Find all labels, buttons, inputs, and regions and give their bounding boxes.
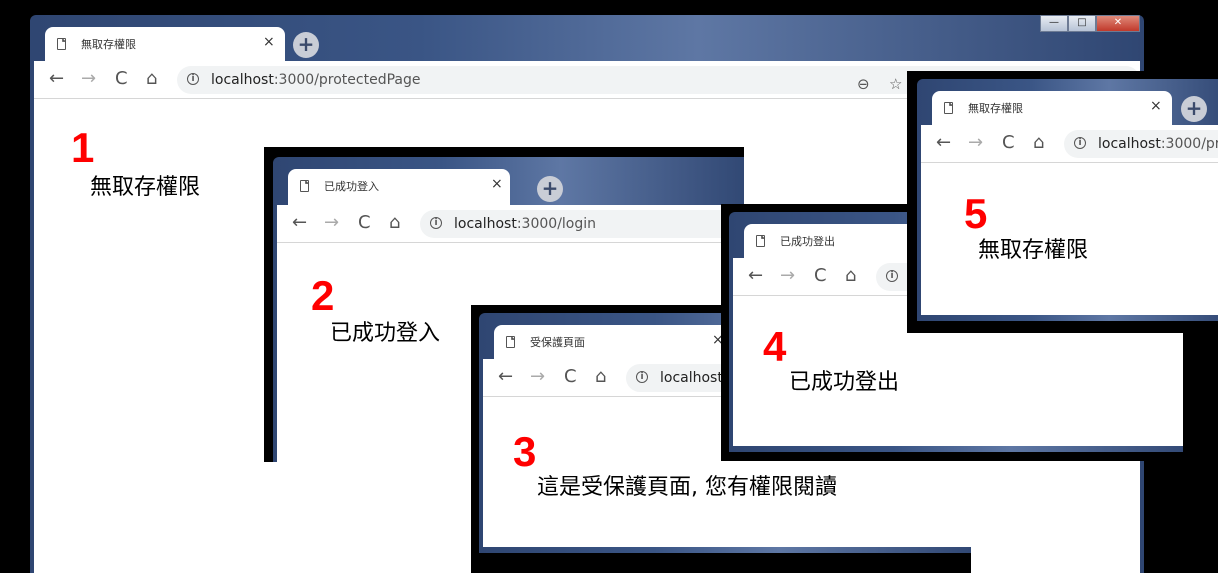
info-icon[interactable]: i [636,371,648,383]
address-bar[interactable]: i localhost:3000/pro [1064,130,1218,158]
forward-icon[interactable]: → [324,212,339,234]
new-tab-button[interactable]: + [1181,96,1207,122]
new-tab-button[interactable]: + [293,32,319,58]
reload-icon[interactable]: C [358,212,371,234]
page-message: 這是受保護頁面, 您有權限閱讀 [537,475,837,500]
document-icon [756,235,765,247]
reload-icon[interactable]: C [814,265,827,287]
step-number: 2 [311,272,335,319]
page-message: 無取存權限 [90,175,201,200]
forward-icon[interactable]: → [81,68,96,90]
bookmark-star-icon[interactable]: ☆ [889,75,902,93]
window-controls: — □ ✕ [1040,15,1140,33]
back-icon[interactable]: ← [49,68,64,90]
info-icon[interactable]: i [430,217,442,229]
back-icon[interactable]: ← [936,132,951,154]
page-message: 已成功登入 [330,321,441,346]
browser-window-5: 無取存權限 × + ← → C ⌂ i localhost:3000/pro 5… [917,79,1218,321]
url-text: localhost:3000/protectedPage [211,72,421,88]
forward-icon[interactable]: → [780,265,795,287]
address-bar[interactable]: i localhost:3000/login [420,210,744,238]
page-message: 已成功登出 [789,370,900,395]
tab-title: 受保護頁面 [530,336,585,349]
home-icon[interactable]: ⌂ [1033,132,1044,154]
step-number: 1 [71,124,95,171]
reload-icon[interactable]: C [115,68,128,90]
home-icon[interactable]: ⌂ [845,265,856,287]
url-path: :3000/pro [1160,136,1218,152]
url-text: localhost:3000/pro [1098,136,1218,152]
tab-title: 無取存權限 [968,102,1023,115]
back-icon[interactable]: ← [292,212,307,234]
back-icon[interactable]: ← [498,366,513,388]
url-host: localhost [454,216,517,232]
tab-close-icon[interactable]: × [263,34,275,50]
browser-tab[interactable]: 無取存權限 × [932,91,1172,127]
info-icon[interactable]: i [886,270,898,282]
url-path: :3000/login [516,216,597,232]
step-number: 4 [763,323,787,370]
document-icon [506,336,515,348]
window-close-button[interactable]: ✕ [1096,15,1140,32]
home-icon[interactable]: ⌂ [595,366,606,388]
tab-title: 無取存權限 [81,38,136,51]
maximize-button[interactable]: □ [1068,15,1096,32]
reload-icon[interactable]: C [1002,132,1015,154]
browser-tab[interactable]: 已成功登入 × [288,169,510,205]
forward-icon[interactable]: → [968,132,983,154]
info-icon[interactable]: i [1074,137,1086,149]
minimize-button[interactable]: — [1040,15,1068,32]
reload-icon[interactable]: C [564,366,577,388]
page-content: 5 無取存權限 [921,163,1218,315]
back-icon[interactable]: ← [748,265,763,287]
url-text: localhost:3000/login [454,216,596,232]
document-icon [300,180,309,192]
url-path: :3000/protectedPage [273,72,421,88]
document-icon [944,102,953,114]
toolbar: ← → C ⌂ i localhost:3000/pro [921,125,1218,163]
info-icon[interactable]: i [187,73,199,85]
toolbar: ← → C ⌂ i localhost:3000/login [277,205,744,243]
forward-icon[interactable]: → [530,366,545,388]
url-text: localhost: [660,370,728,386]
url-host: localhost [211,72,274,88]
home-icon[interactable]: ⌂ [146,68,157,90]
home-icon[interactable]: ⌂ [389,212,400,234]
tab-close-icon[interactable]: × [491,176,503,192]
tab-title: 已成功登出 [780,235,835,248]
new-tab-button[interactable]: + [537,176,563,202]
step-number: 3 [513,428,537,475]
url-host: localhost [660,370,723,386]
screenshot-5: 無取存權限 × + ← → C ⌂ i localhost:3000/pro 5… [907,71,1218,333]
tab-close-icon[interactable]: × [1150,98,1162,114]
zoom-icon[interactable]: ⊖ [857,75,870,93]
url-host: localhost [1098,136,1161,152]
browser-tab[interactable]: 無取存權限 × [45,27,285,63]
page-message: 無取存權限 [978,238,1089,263]
step-number: 5 [964,190,988,237]
tab-title: 已成功登入 [324,180,379,193]
document-icon [57,38,66,50]
browser-tab[interactable]: 受保護頁面 × [494,325,734,361]
